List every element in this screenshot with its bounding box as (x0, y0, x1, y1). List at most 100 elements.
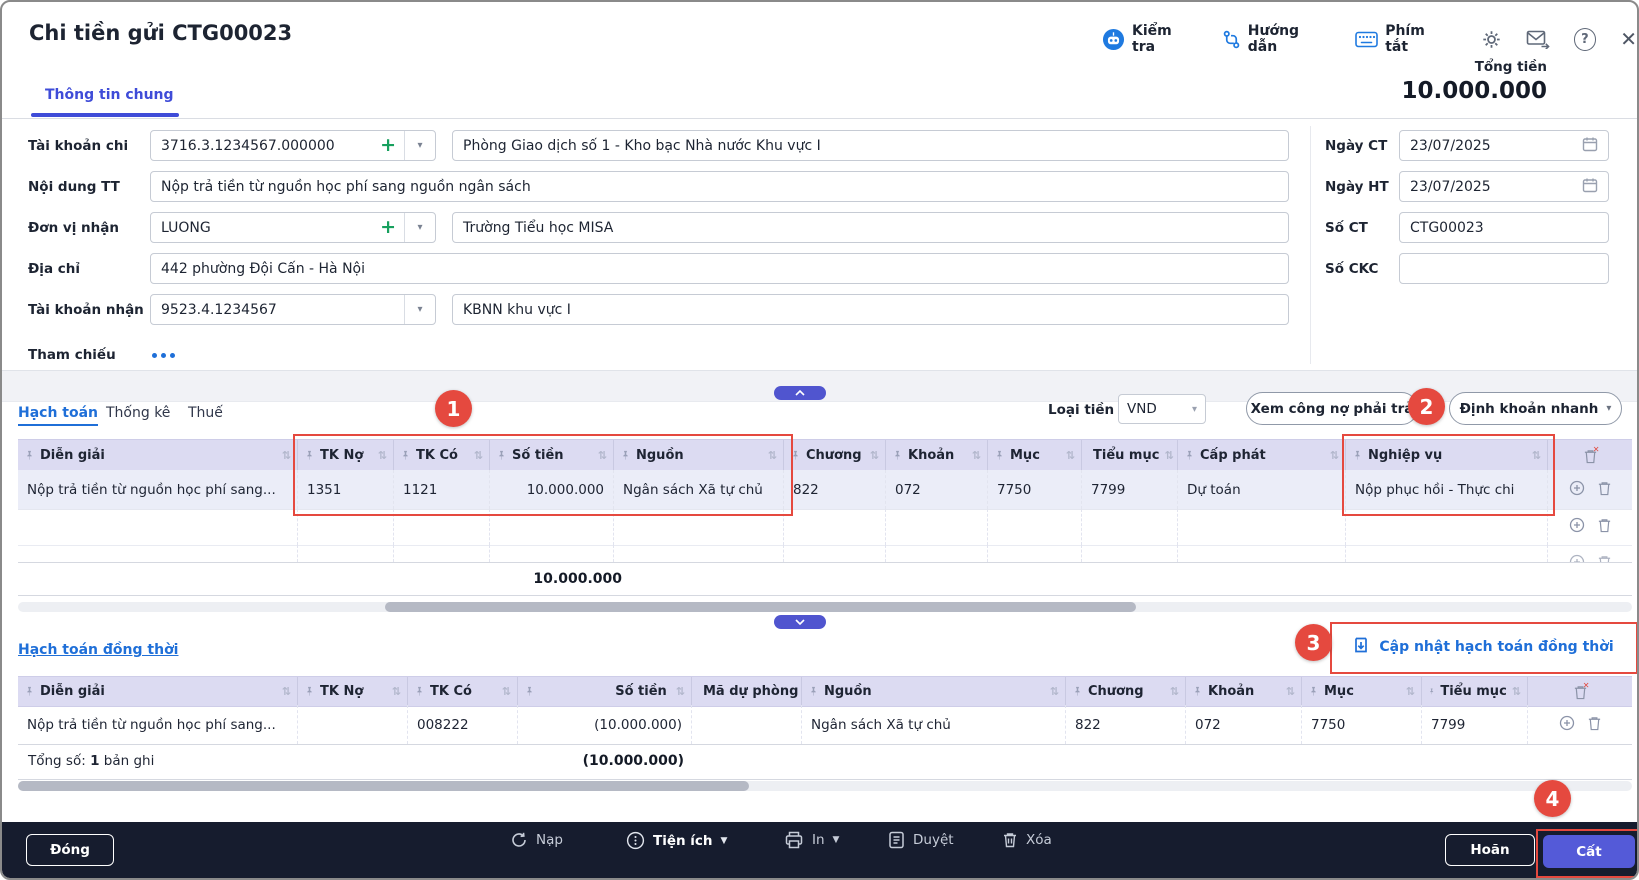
close-button[interactable]: Đóng (26, 834, 114, 866)
collapse-form-pill[interactable] (774, 386, 826, 400)
utilities-button[interactable]: Tiện ích ▼ (626, 831, 727, 850)
noi-dung-tt-field[interactable]: Nộp trả tiền từ nguồn học phí sang nguồn… (150, 171, 1289, 202)
cell-chuong[interactable]: 822 (784, 470, 886, 509)
cell-tk-no[interactable]: 1351 (298, 470, 394, 509)
hach-toan-row-2[interactable] (18, 509, 1632, 546)
ngay-ht-field[interactable]: 23/07/2025 (1399, 171, 1609, 202)
cell-muc[interactable]: 7750 (988, 470, 1082, 509)
cell-khoan[interactable]: 072 (886, 470, 988, 509)
col-khoan[interactable]: Khoản⇅ (886, 440, 988, 471)
ngay-ct-field[interactable]: 23/07/2025 (1399, 130, 1609, 161)
col-chuong[interactable]: Chương⇅ (1066, 677, 1186, 706)
delete-row-icon[interactable] (1597, 480, 1612, 500)
shortcut-button[interactable]: Phím tắt (1355, 23, 1450, 55)
print-button[interactable]: In ▼ (784, 830, 839, 850)
so-ct-field[interactable]: CTG00023 (1399, 212, 1609, 243)
cell-dien-giai[interactable]: Nộp trả tiền từ nguồn học phí sang... (18, 705, 298, 744)
col-nguon[interactable]: Nguồn⇅ (614, 440, 784, 471)
add-row-icon[interactable] (1569, 517, 1585, 537)
tab-thong-tin-chung[interactable]: Thông tin chung (45, 87, 174, 103)
cell-so-tien[interactable]: 10.000.000 (490, 470, 614, 509)
cell-tk-co[interactable]: 008222 (408, 705, 518, 744)
cell-nghiep-vu[interactable]: Nộp phục hồi - Thực chi (1346, 470, 1548, 509)
add-unit-icon[interactable]: + (372, 218, 404, 237)
col-ma-du-phong[interactable]: Mã dự phòng⇅ (692, 677, 802, 706)
col-dien-giai[interactable]: Diễn giải⇅ (18, 677, 298, 706)
col-chuong[interactable]: Chương⇅ (784, 440, 886, 471)
feedback-mail-icon[interactable] (1526, 29, 1550, 49)
tai-khoan-nhan-name-field[interactable]: KBNN khu vực I (452, 294, 1289, 325)
don-vi-nhan-name-field[interactable]: Trường Tiểu học MISA (452, 212, 1289, 243)
col-khoan[interactable]: Khoản⇅ (1186, 677, 1302, 706)
hach-toan-row-3[interactable] (18, 545, 1632, 562)
col-so-tien[interactable]: Số tiền⇅ (490, 440, 614, 471)
calendar-icon[interactable] (1582, 177, 1598, 197)
cell-muc[interactable]: 7750 (1302, 705, 1422, 744)
add-account-icon[interactable]: + (372, 136, 404, 155)
xem-cong-no-button[interactable]: Xem công nợ phải trả (1246, 392, 1418, 425)
col-tieu-muc[interactable]: Tiểu mục⇅ (1082, 440, 1178, 471)
col-tk-co[interactable]: TK Có⇅ (394, 440, 490, 471)
delete-button[interactable]: Xóa (1002, 831, 1052, 848)
cap-nhat-dong-thoi-button[interactable]: Cập nhật hạch toán đồng thời (1332, 624, 1634, 670)
chevron-down-icon[interactable]: ▾ (404, 295, 435, 324)
chevron-down-icon[interactable]: ▾ (404, 213, 435, 242)
cell-khoan[interactable]: 072 (1186, 705, 1302, 744)
expand-section-pill[interactable] (774, 615, 826, 629)
guide-button[interactable]: Hướng dẫn (1222, 23, 1331, 55)
cell-tieu-muc[interactable]: 7799 (1082, 470, 1178, 509)
dong-thoi-row-1[interactable]: Nộp trả tiền từ nguồn học phí sang... 00… (18, 705, 1632, 745)
hach-toan-dong-thoi-link[interactable]: Hạch toán đồng thời (18, 642, 178, 658)
col-muc[interactable]: Mục⇅ (988, 440, 1082, 471)
delete-row-icon[interactable] (1597, 554, 1612, 562)
save-button[interactable]: Cất (1543, 835, 1635, 868)
add-row-icon[interactable] (1569, 480, 1585, 500)
currency-select[interactable]: VND ▾ (1118, 394, 1206, 424)
close-icon[interactable]: ✕ (1620, 27, 1637, 51)
col-nguon[interactable]: Nguồn⇅ (802, 677, 1066, 706)
add-row-icon[interactable] (1559, 715, 1575, 735)
cell-tieu-muc[interactable]: 7799 (1422, 705, 1528, 744)
so-ckc-field[interactable] (1399, 253, 1609, 284)
col-tk-no[interactable]: TK Nợ⇅ (298, 677, 408, 706)
cell-tk-co[interactable]: 1121 (394, 470, 490, 509)
tab-thue[interactable]: Thuế (188, 405, 223, 421)
col-tk-co[interactable]: TK Có⇅ (408, 677, 518, 706)
dinh-khoan-nhanh-button[interactable]: Định khoản nhanh ▾ (1449, 392, 1622, 425)
approve-button[interactable]: Duyệt (888, 831, 954, 849)
col-dien-giai[interactable]: Diễn giải⇅ (18, 440, 298, 471)
cell-chuong[interactable]: 822 (1066, 705, 1186, 744)
cell-ma-du-phong[interactable] (692, 705, 802, 744)
dia-chi-field[interactable]: 442 phường Đội Cấn - Hà Nội (150, 253, 1289, 284)
calendar-icon[interactable] (1582, 136, 1598, 156)
reload-button[interactable]: Nạp (510, 831, 563, 849)
tab-thong-ke[interactable]: Thống kê (106, 405, 170, 421)
col-muc[interactable]: Mục⇅ (1302, 677, 1422, 706)
cell-dien-giai[interactable]: Nộp trả tiền từ nguồn học phí sang... (18, 470, 298, 509)
dong-thoi-hscrollbar[interactable] (18, 781, 1632, 791)
help-icon[interactable]: ? (1574, 28, 1597, 51)
tai-khoan-chi-name-field[interactable]: Phòng Giao dịch số 1 - Kho bạc Nhà nước … (452, 130, 1289, 161)
col-tk-no[interactable]: TK Nợ⇅ (298, 440, 394, 471)
tai-khoan-chi-combo[interactable]: 3716.3.1234567.000000 + ▾ (150, 130, 436, 161)
tai-khoan-nhan-combo[interactable]: 9523.4.1234567 ▾ (150, 294, 436, 325)
hach-toan-hscrollbar[interactable] (18, 602, 1632, 612)
cell-nguon[interactable]: Ngân sách Xã tự chủ (614, 470, 784, 509)
chevron-down-icon[interactable]: ▾ (404, 131, 435, 160)
add-row-icon[interactable] (1569, 554, 1585, 562)
cell-so-tien[interactable]: (10.000.000) (518, 705, 692, 744)
col-actions[interactable]: ✕ (1528, 677, 1632, 706)
cell-cap-phat[interactable]: Dự toán (1178, 470, 1346, 509)
delete-row-icon[interactable] (1587, 715, 1602, 735)
col-tieu-muc[interactable]: Tiểu mục⇅ (1422, 677, 1528, 706)
settings-icon[interactable] (1481, 29, 1502, 50)
hscrollbar-thumb[interactable] (18, 781, 749, 791)
col-cap-phat[interactable]: Cấp phát⇅ (1178, 440, 1346, 471)
hach-toan-row-1[interactable]: Nộp trả tiền từ nguồn học phí sang... 13… (18, 470, 1632, 510)
col-actions[interactable]: ✕ (1548, 440, 1632, 471)
cell-tk-no[interactable] (298, 705, 408, 744)
col-so-tien[interactable]: Số tiền⇅ (518, 677, 692, 706)
hscrollbar-thumb[interactable] (385, 602, 1136, 612)
cell-nguon[interactable]: Ngân sách Xã tự chủ (802, 705, 1066, 744)
check-button[interactable]: Kiểm tra (1102, 23, 1198, 55)
